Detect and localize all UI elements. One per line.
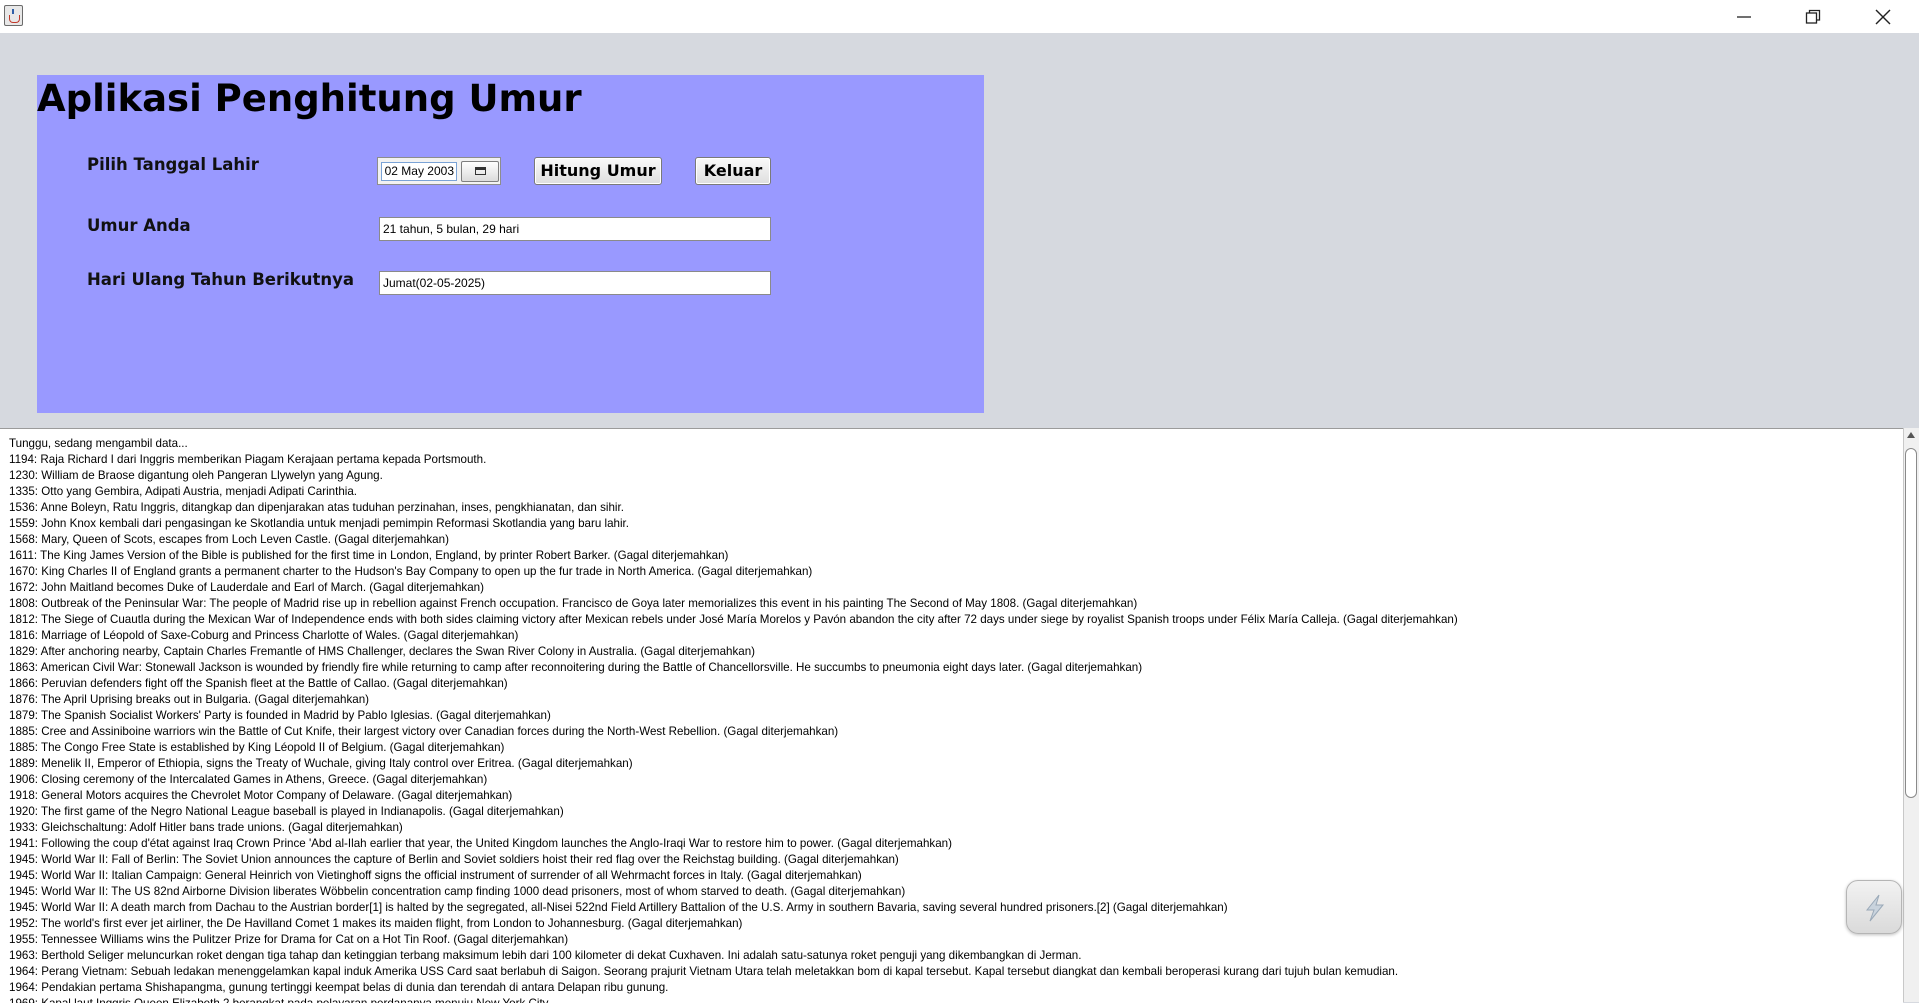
calendar-button[interactable] (461, 161, 499, 182)
log-line: 1829: After anchoring nearby, Captain Ch… (9, 645, 756, 658)
log-line: 1918: General Motors acquires the Chevro… (9, 789, 513, 802)
log-line: 1670: King Charles II of England grants … (9, 565, 813, 578)
log-line: 1885: The Congo Free State is establishe… (9, 741, 505, 754)
calendar-icon (475, 167, 486, 175)
log-line: 1945: World War II: Italian Campaign: Ge… (9, 869, 862, 882)
log-line: 1611: The King James Version of the Bibl… (9, 549, 729, 562)
close-icon (1875, 9, 1891, 25)
log-line: 1885: Cree and Assiniboine warriors win … (9, 725, 839, 738)
close-button[interactable] (1848, 0, 1918, 33)
log-line: 1945: World War II: A death march from D… (9, 901, 1228, 914)
next-birthday-field[interactable]: Jumat(02-05-2025) (379, 271, 771, 295)
age-label: Umur Anda (87, 216, 191, 235)
next-birthday-label: Hari Ulang Tahun Berikutnya (87, 270, 355, 289)
floating-action-button[interactable] (1846, 880, 1902, 934)
log-line: 1955: Tennessee Williams wins the Pulitz… (9, 933, 569, 946)
log-line: 1964: Pendakian pertama Shishapangma, gu… (9, 981, 669, 994)
log-line: 1568: Mary, Queen of Scots, escapes from… (9, 533, 449, 546)
app-title: Aplikasi Penghitung Umur (37, 77, 582, 120)
history-log-textarea[interactable]: Tunggu, sedang mengambil data... 1194: Ra… (0, 428, 1903, 1003)
log-line: 1536: Anne Boleyn, Ratu Inggris, ditangk… (9, 501, 624, 514)
birthdate-label: Pilih Tanggal Lahir (87, 155, 259, 174)
log-line: 1672: John Maitland becomes Duke of Laud… (9, 581, 484, 594)
calculate-age-button[interactable]: Hitung Umur (534, 157, 662, 185)
scrollbar-thumb[interactable] (1905, 448, 1917, 798)
scroll-up-arrow-icon[interactable] (1904, 428, 1919, 442)
log-line: 1812: The Siege of Cuautla during the Me… (9, 613, 1458, 626)
log-line: 1952: The world's first ever jet airline… (9, 917, 743, 930)
log-scrollbar[interactable] (1903, 428, 1919, 1002)
log-line: Tunggu, sedang mengambil data... (9, 437, 188, 450)
log-line: 1879: The Spanish Socialist Workers' Par… (9, 709, 551, 722)
log-line: 1876: The April Uprising breaks out in B… (9, 693, 370, 706)
log-line: 1230: William de Braose digantung oleh P… (9, 469, 383, 482)
date-picker-input[interactable]: 02 May 2003 (381, 162, 457, 181)
log-line: 1945: World War II: The US 82nd Airborne… (9, 885, 906, 898)
form-panel: Aplikasi Penghitung Umur Pilih Tanggal L… (37, 75, 984, 413)
exit-button[interactable]: Keluar (695, 157, 771, 185)
log-line: 1808: Outbreak of the Peninsular War: Th… (9, 597, 1138, 610)
log-line: 1945: World War II: Fall of Berlin: The … (9, 853, 899, 866)
log-line: 1863: American Civil War: Stonewall Jack… (9, 661, 1143, 674)
log-line: 1933: Gleichschaltung: Adolf Hitler bans… (9, 821, 403, 834)
log-line: 1920: The first game of the Negro Nation… (9, 805, 564, 818)
window-titlebar (0, 0, 1919, 33)
minimize-button[interactable] (1709, 0, 1779, 33)
log-line: 1866: Peruvian defenders fight off the S… (9, 677, 508, 690)
lightning-icon (1865, 894, 1885, 922)
java-cup-icon[interactable] (4, 5, 23, 26)
log-line: 1559: John Knox kembali dari pengasingan… (9, 517, 629, 530)
log-line: 1906: Closing ceremony of the Intercalat… (9, 773, 488, 786)
restore-icon (1805, 9, 1821, 24)
log-line: 1963: Berthold Seliger meluncurkan roket… (9, 949, 1082, 962)
log-line: 1941: Following the coup d'état against … (9, 837, 952, 850)
log-line: 1889: Menelik II, Emperor of Ethiopia, s… (9, 757, 633, 770)
history-log-content: Tunggu, sedang mengambil data... 1194: Ra… (9, 436, 1894, 1003)
minimize-icon (1737, 16, 1751, 18)
log-line: 1194: Raja Richard I dari Inggris member… (9, 453, 487, 466)
log-line: 1964: Perang Vietnam: Sebuah ledakan men… (9, 965, 1399, 978)
restore-button[interactable] (1778, 0, 1848, 33)
date-picker[interactable]: 02 May 2003 (377, 157, 501, 185)
log-line: 1335: Otto yang Gembira, Adipati Austria… (9, 485, 358, 498)
log-line: 1816: Marriage of Léopold of Saxe-Coburg… (9, 629, 519, 642)
age-output-field[interactable]: 21 tahun, 5 bulan, 29 hari (379, 217, 771, 241)
